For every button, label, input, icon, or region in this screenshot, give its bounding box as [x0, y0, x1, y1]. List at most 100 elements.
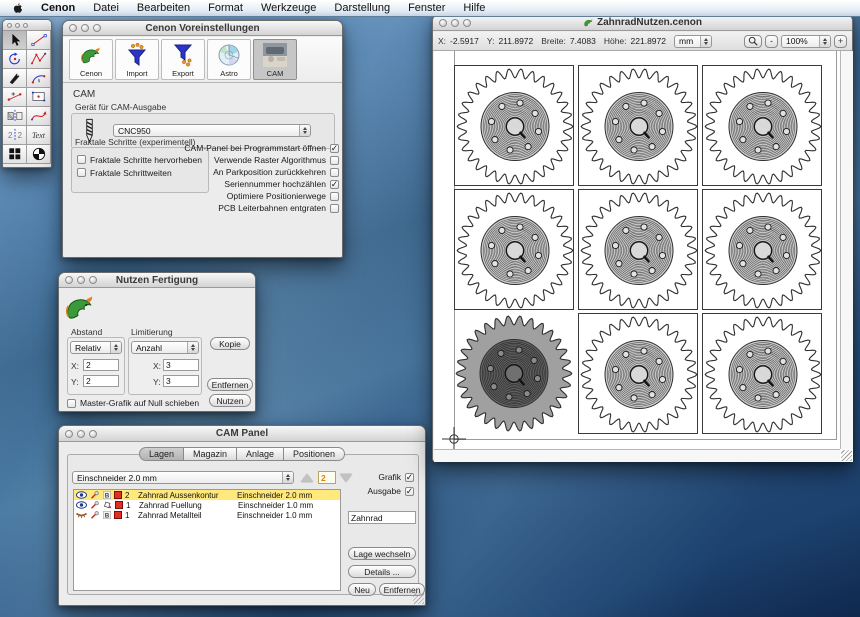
prefs-toolbar-cam[interactable]: CAM	[253, 39, 297, 80]
stepper-down-icon[interactable]	[340, 474, 352, 482]
menu-bearbeiten[interactable]: Bearbeiten	[137, 2, 190, 14]
zoom-button[interactable]	[463, 19, 471, 27]
zoom-in-button[interactable]: +	[834, 35, 847, 48]
zoom-button[interactable]	[93, 24, 101, 32]
cam-option-checkbox-5[interactable]	[330, 204, 339, 213]
tool-popup[interactable]: Einschneider 2.0 mm	[72, 471, 294, 484]
prefs-toolbar-astro[interactable]: Astro	[207, 39, 251, 80]
prefs-toolbar-export[interactable]: Export	[161, 39, 205, 80]
gear-cell[interactable]	[578, 313, 698, 434]
layer-row[interactable]: 1Zahnrad FuellungEinschneider 1.0 mm	[74, 500, 340, 510]
cam-option-checkbox-4[interactable]	[330, 192, 339, 201]
document-titlebar[interactable]: ZahnradNutzen.cenon	[433, 15, 852, 31]
cam-panel-titlebar[interactable]: CAM Panel	[59, 426, 425, 442]
zoom-button[interactable]	[23, 23, 28, 28]
limitierung-mode-popup[interactable]: Anzahl	[131, 341, 199, 354]
fractal-option-checkbox-0[interactable]	[77, 155, 86, 164]
line-tool[interactable]	[27, 31, 51, 50]
grafik-checkbox[interactable]: ✓	[405, 473, 414, 482]
close-button[interactable]	[65, 430, 73, 438]
arc-tool[interactable]	[27, 69, 51, 88]
gear-cell[interactable]	[578, 189, 698, 310]
prefs-toolbar-import[interactable]: Import	[115, 39, 159, 80]
preferences-titlebar[interactable]: Cenon Voreinstellungen	[63, 21, 342, 36]
ausgabe-checkbox[interactable]: ✓	[405, 487, 414, 496]
menu-fenster[interactable]: Fenster	[408, 2, 445, 14]
close-button[interactable]	[7, 23, 12, 28]
menu-app[interactable]: Cenon	[41, 2, 75, 14]
limitierung-x-field[interactable]	[163, 359, 199, 371]
cam-option-checkbox-0[interactable]: ✓	[330, 144, 339, 153]
zoom-level-popup[interactable]: 100%	[781, 35, 831, 48]
menu-darstellung[interactable]: Darstellung	[334, 2, 390, 14]
zoom-out-button[interactable]: -	[765, 35, 778, 48]
apple-menu[interactable]	[12, 2, 23, 15]
gear-cell[interactable]	[454, 189, 574, 310]
kopie-button[interactable]: Kopie	[210, 337, 250, 350]
curve-tool[interactable]	[27, 107, 51, 126]
details-button[interactable]: Details ...	[348, 565, 416, 578]
entfernen-button[interactable]: Entfernen	[207, 378, 253, 391]
close-button[interactable]	[439, 19, 447, 27]
minimize-button[interactable]	[77, 276, 85, 284]
nutzen-titlebar[interactable]: Nutzen Fertigung	[59, 273, 255, 288]
layer-row[interactable]: B1Zahnrad MetallteilEinschneider 1.0 mm	[74, 510, 340, 520]
master-grafik-checkbox[interactable]	[67, 399, 76, 408]
zoom-button[interactable]	[89, 276, 97, 284]
gear-cell[interactable]	[454, 65, 574, 186]
point-tool[interactable]	[3, 88, 27, 107]
zoom-button[interactable]	[89, 430, 97, 438]
tool-palette-titlebar[interactable]	[3, 20, 51, 31]
cam-option-checkbox-1[interactable]	[330, 156, 339, 165]
resize-grip[interactable]	[413, 593, 424, 604]
gear-cell-selected[interactable]	[454, 313, 574, 434]
mirror-numbers-tool[interactable]: 22	[3, 126, 27, 145]
polyline-tool[interactable]	[27, 50, 51, 69]
nutzen-button[interactable]: Nutzen	[209, 394, 251, 407]
pen-tool[interactable]	[3, 69, 27, 88]
drawing-canvas[interactable]	[434, 51, 840, 449]
abstand-x-field[interactable]	[83, 359, 119, 371]
abstand-y-field[interactable]	[83, 375, 119, 387]
rotate-tool[interactable]	[3, 50, 27, 69]
minimize-button[interactable]	[15, 23, 20, 28]
tab-magazin[interactable]: Magazin	[184, 447, 237, 461]
text-tool[interactable]: Text	[27, 126, 51, 145]
zoom-tool-button[interactable]	[744, 35, 762, 48]
swatch-tool[interactable]	[3, 145, 27, 164]
horizontal-scrollbar[interactable]	[434, 449, 840, 462]
menu-format[interactable]: Format	[208, 2, 243, 14]
mirror-tool[interactable]	[3, 107, 27, 126]
unit-popup[interactable]: mm	[674, 35, 712, 48]
menu-werkzeuge[interactable]: Werkzeuge	[261, 2, 316, 14]
resize-grip[interactable]	[841, 450, 852, 461]
gear-cell[interactable]	[578, 65, 698, 186]
target-tool[interactable]	[27, 145, 51, 164]
gear-cell[interactable]	[702, 313, 822, 434]
cam-option-checkbox-3[interactable]: ✓	[330, 180, 339, 189]
fractal-option-checkbox-1[interactable]	[77, 168, 86, 177]
close-button[interactable]	[65, 276, 73, 284]
layer-row[interactable]: B2Zahnrad AussenkonturEinschneider 2.0 m…	[74, 490, 340, 500]
neu-button[interactable]: Neu	[348, 583, 376, 596]
layer-table[interactable]: B2Zahnrad AussenkonturEinschneider 2.0 m…	[73, 489, 341, 591]
minimize-button[interactable]	[77, 430, 85, 438]
gear-cell[interactable]	[702, 65, 822, 186]
gear-cell[interactable]	[702, 189, 822, 310]
tab-positionen[interactable]: Positionen	[284, 447, 345, 461]
tab-anlage[interactable]: Anlage	[237, 447, 284, 461]
lage-wechseln-button[interactable]: Lage wechseln	[348, 547, 416, 560]
select-tool[interactable]	[3, 31, 27, 50]
rectangle-tool[interactable]	[27, 88, 51, 107]
abstand-mode-popup[interactable]: Relativ	[70, 341, 122, 354]
menu-hilfe[interactable]: Hilfe	[463, 2, 485, 14]
menu-datei[interactable]: Datei	[93, 2, 119, 14]
minimize-button[interactable]	[81, 24, 89, 32]
filter-field[interactable]	[348, 511, 416, 524]
vertical-scrollbar[interactable]	[840, 51, 853, 449]
stepper-up-icon[interactable]	[301, 474, 313, 482]
layer-count-field[interactable]	[318, 471, 336, 484]
tab-lagen[interactable]: Lagen	[139, 447, 184, 461]
limitierung-y-field[interactable]	[163, 375, 199, 387]
cam-option-checkbox-2[interactable]	[330, 168, 339, 177]
